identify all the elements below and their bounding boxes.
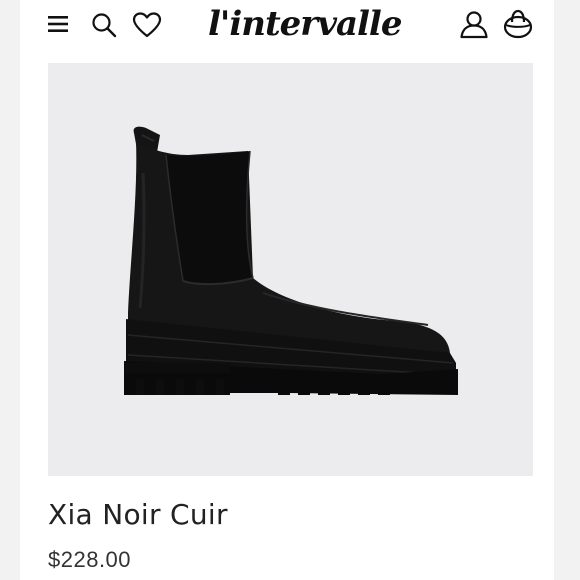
chelsea-boot-image xyxy=(124,126,458,395)
wishlist-heart-icon[interactable] xyxy=(132,11,162,39)
cart-bag-icon[interactable] xyxy=(502,8,534,40)
product-price: $228.00 xyxy=(48,547,132,572)
search-icon[interactable] xyxy=(90,11,118,39)
menu-icon[interactable] xyxy=(47,13,69,35)
product-page: l'intervalle Xia Noir Cuir $228.00 xyxy=(20,0,554,580)
product-title[interactable]: Xia Noir Cuir xyxy=(48,498,528,532)
product-image[interactable] xyxy=(48,63,533,476)
site-header: l'intervalle xyxy=(20,0,554,48)
account-user-icon[interactable] xyxy=(459,9,489,39)
brand-logo[interactable]: l'intervalle xyxy=(208,4,402,44)
